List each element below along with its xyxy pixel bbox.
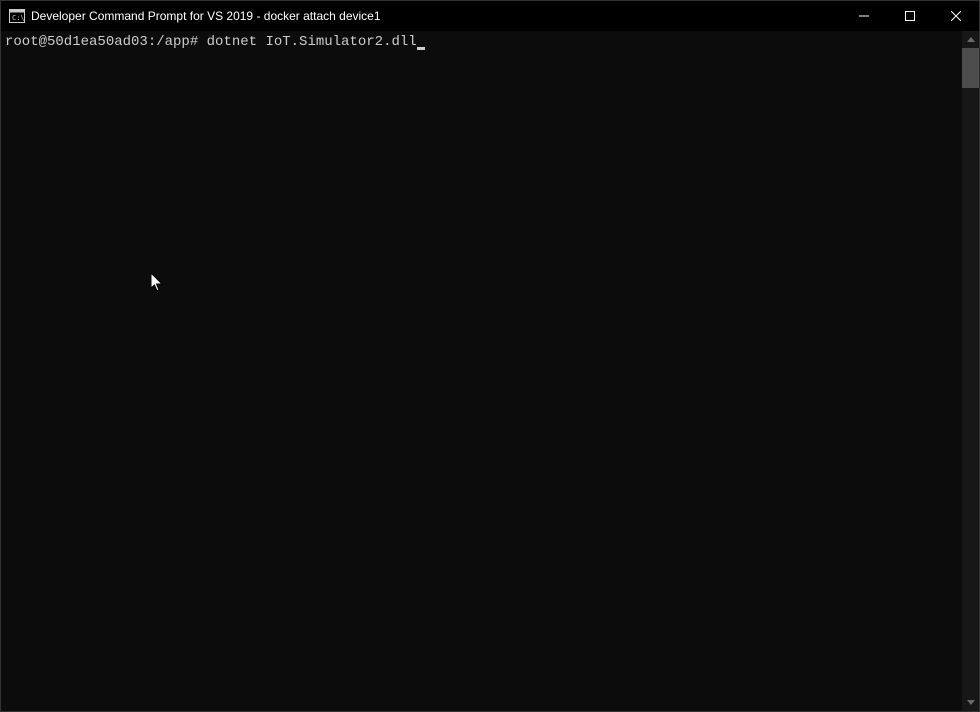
command-text: dotnet IoT.Simulator2.dll (198, 34, 416, 50)
scrollbar-down-arrow[interactable] (962, 694, 979, 711)
maximize-button[interactable] (887, 1, 933, 31)
titlebar[interactable]: C:\ Developer Command Prompt for VS 2019… (1, 1, 979, 31)
scrollbar-thumb[interactable] (962, 48, 979, 88)
scrollbar-track[interactable] (962, 48, 979, 694)
window-title: Developer Command Prompt for VS 2019 - d… (31, 9, 381, 23)
minimize-button[interactable] (841, 1, 887, 31)
terminal-body: root@50d1ea50ad03:/app# dotnet IoT.Simul… (1, 31, 979, 711)
prompt-text: root@50d1ea50ad03:/app# (5, 34, 198, 50)
scrollbar-up-arrow[interactable] (962, 31, 979, 48)
close-button[interactable] (933, 1, 979, 31)
terminal-window: C:\ Developer Command Prompt for VS 2019… (0, 0, 980, 712)
terminal-app-icon: C:\ (9, 8, 25, 24)
text-cursor (417, 47, 425, 50)
vertical-scrollbar[interactable] (962, 31, 979, 711)
svg-text:C:\: C:\ (12, 14, 25, 22)
terminal-content[interactable]: root@50d1ea50ad03:/app# dotnet IoT.Simul… (1, 31, 962, 711)
terminal-line: root@50d1ea50ad03:/app# dotnet IoT.Simul… (5, 33, 958, 51)
titlebar-controls (841, 1, 979, 31)
